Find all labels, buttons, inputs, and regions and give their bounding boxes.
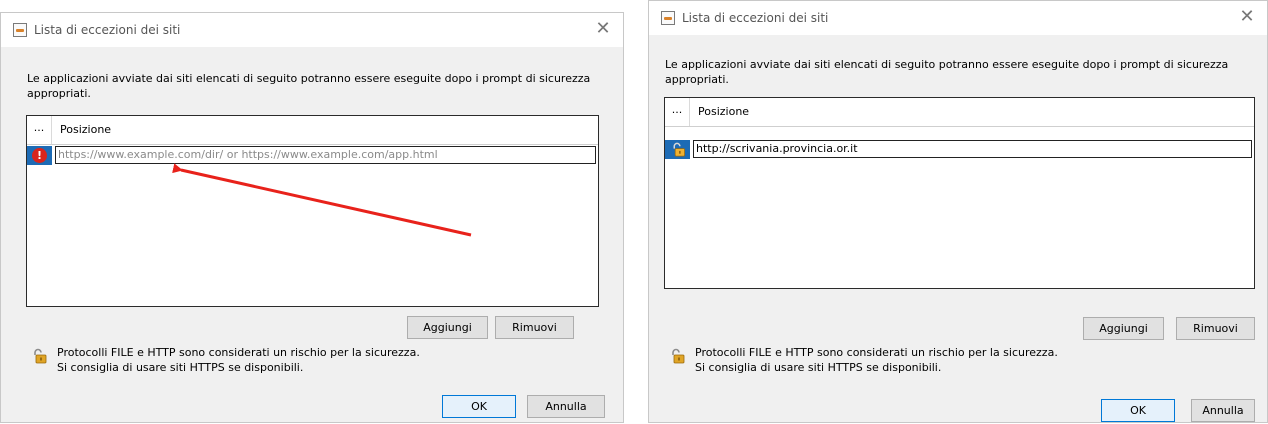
dialog-title: Lista di eccezioni dei siti (682, 11, 829, 25)
java-icon (661, 11, 675, 25)
column-header-position[interactable]: Posizione (698, 105, 749, 118)
warning-line-2: Si consiglia di usare siti HTTPS se disp… (695, 361, 942, 374)
site-exception-dialog-2: Lista di eccezioni dei siti ✕ Le applica… (648, 0, 1268, 423)
close-button[interactable]: ✕ (1237, 7, 1257, 27)
title-bar: Lista di eccezioni dei siti ✕ (649, 1, 1267, 35)
remove-button[interactable]: Rimuovi (1176, 317, 1255, 340)
unlocked-padlock-icon (672, 348, 685, 364)
row-icon-cell (665, 140, 690, 159)
add-button[interactable]: Aggiungi (1083, 317, 1164, 340)
url-input[interactable]: http://scrivania.provincia.or.it (693, 140, 1252, 158)
ok-button[interactable]: OK (1101, 399, 1175, 422)
unlocked-padlock-icon (673, 142, 685, 157)
table-row[interactable]: http://scrivania.provincia.or.it (665, 140, 1254, 159)
warning-text: Protocolli FILE e HTTP sono considerati … (695, 345, 1058, 375)
column-header-icon[interactable]: ... (665, 98, 690, 126)
description-text: Le applicazioni avviate dai siti elencat… (665, 58, 1229, 86)
site-exception-table: ... Posizione http://scrivania.provincia… (664, 97, 1255, 289)
annotation-arrow (172, 163, 472, 237)
site-exception-dialog-1: Lista di eccezioni dei siti ✕ Le applica… (0, 12, 624, 423)
arrow-line (172, 163, 472, 237)
warning-line-1: Protocolli FILE e HTTP sono considerati … (695, 346, 1058, 359)
table-header: ... Posizione (665, 98, 1254, 127)
cancel-button[interactable]: Annulla (1191, 399, 1255, 422)
